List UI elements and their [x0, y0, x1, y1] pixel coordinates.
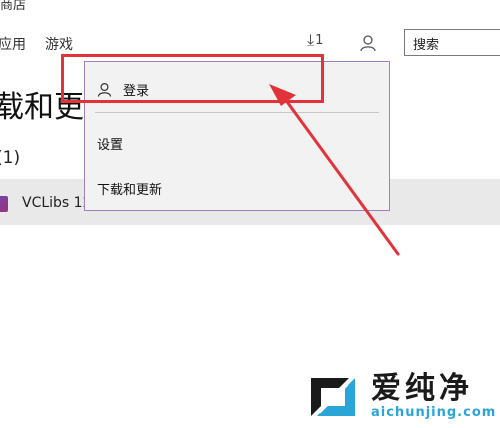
account-button[interactable]	[359, 34, 377, 52]
menu-divider	[95, 112, 379, 113]
download-count: 1	[315, 33, 324, 48]
section-count: (1)	[0, 148, 21, 168]
watermark: 爱纯净 aichunjing.com	[305, 372, 496, 422]
window-title: 商店	[0, 0, 27, 13]
menu-item-settings[interactable]: 设置	[97, 134, 123, 153]
search-placeholder: 搜索	[413, 38, 440, 53]
watermark-logo-icon	[311, 378, 355, 416]
watermark-url: aichunjing.com	[371, 405, 497, 420]
app-name: VCLibs 12	[22, 195, 92, 211]
nav-games-tab[interactable]: 游戏	[45, 34, 73, 54]
watermark-text: 爱纯净	[371, 371, 473, 406]
menu-item-downloads-updates[interactable]: 下载和更新	[97, 179, 162, 198]
app-icon	[0, 196, 8, 212]
search-input[interactable]: 搜索	[404, 29, 500, 56]
download-arrow-icon: ⤓	[307, 30, 315, 49]
downloads-button[interactable]: ⤓ 1	[307, 30, 324, 49]
nav-apps-tab[interactable]: 应用	[0, 34, 26, 54]
menu-item-label: 下载和更新	[97, 183, 163, 198]
menu-item-label: 设置	[97, 138, 124, 153]
highlight-box	[61, 54, 324, 103]
person-icon	[360, 35, 376, 52]
